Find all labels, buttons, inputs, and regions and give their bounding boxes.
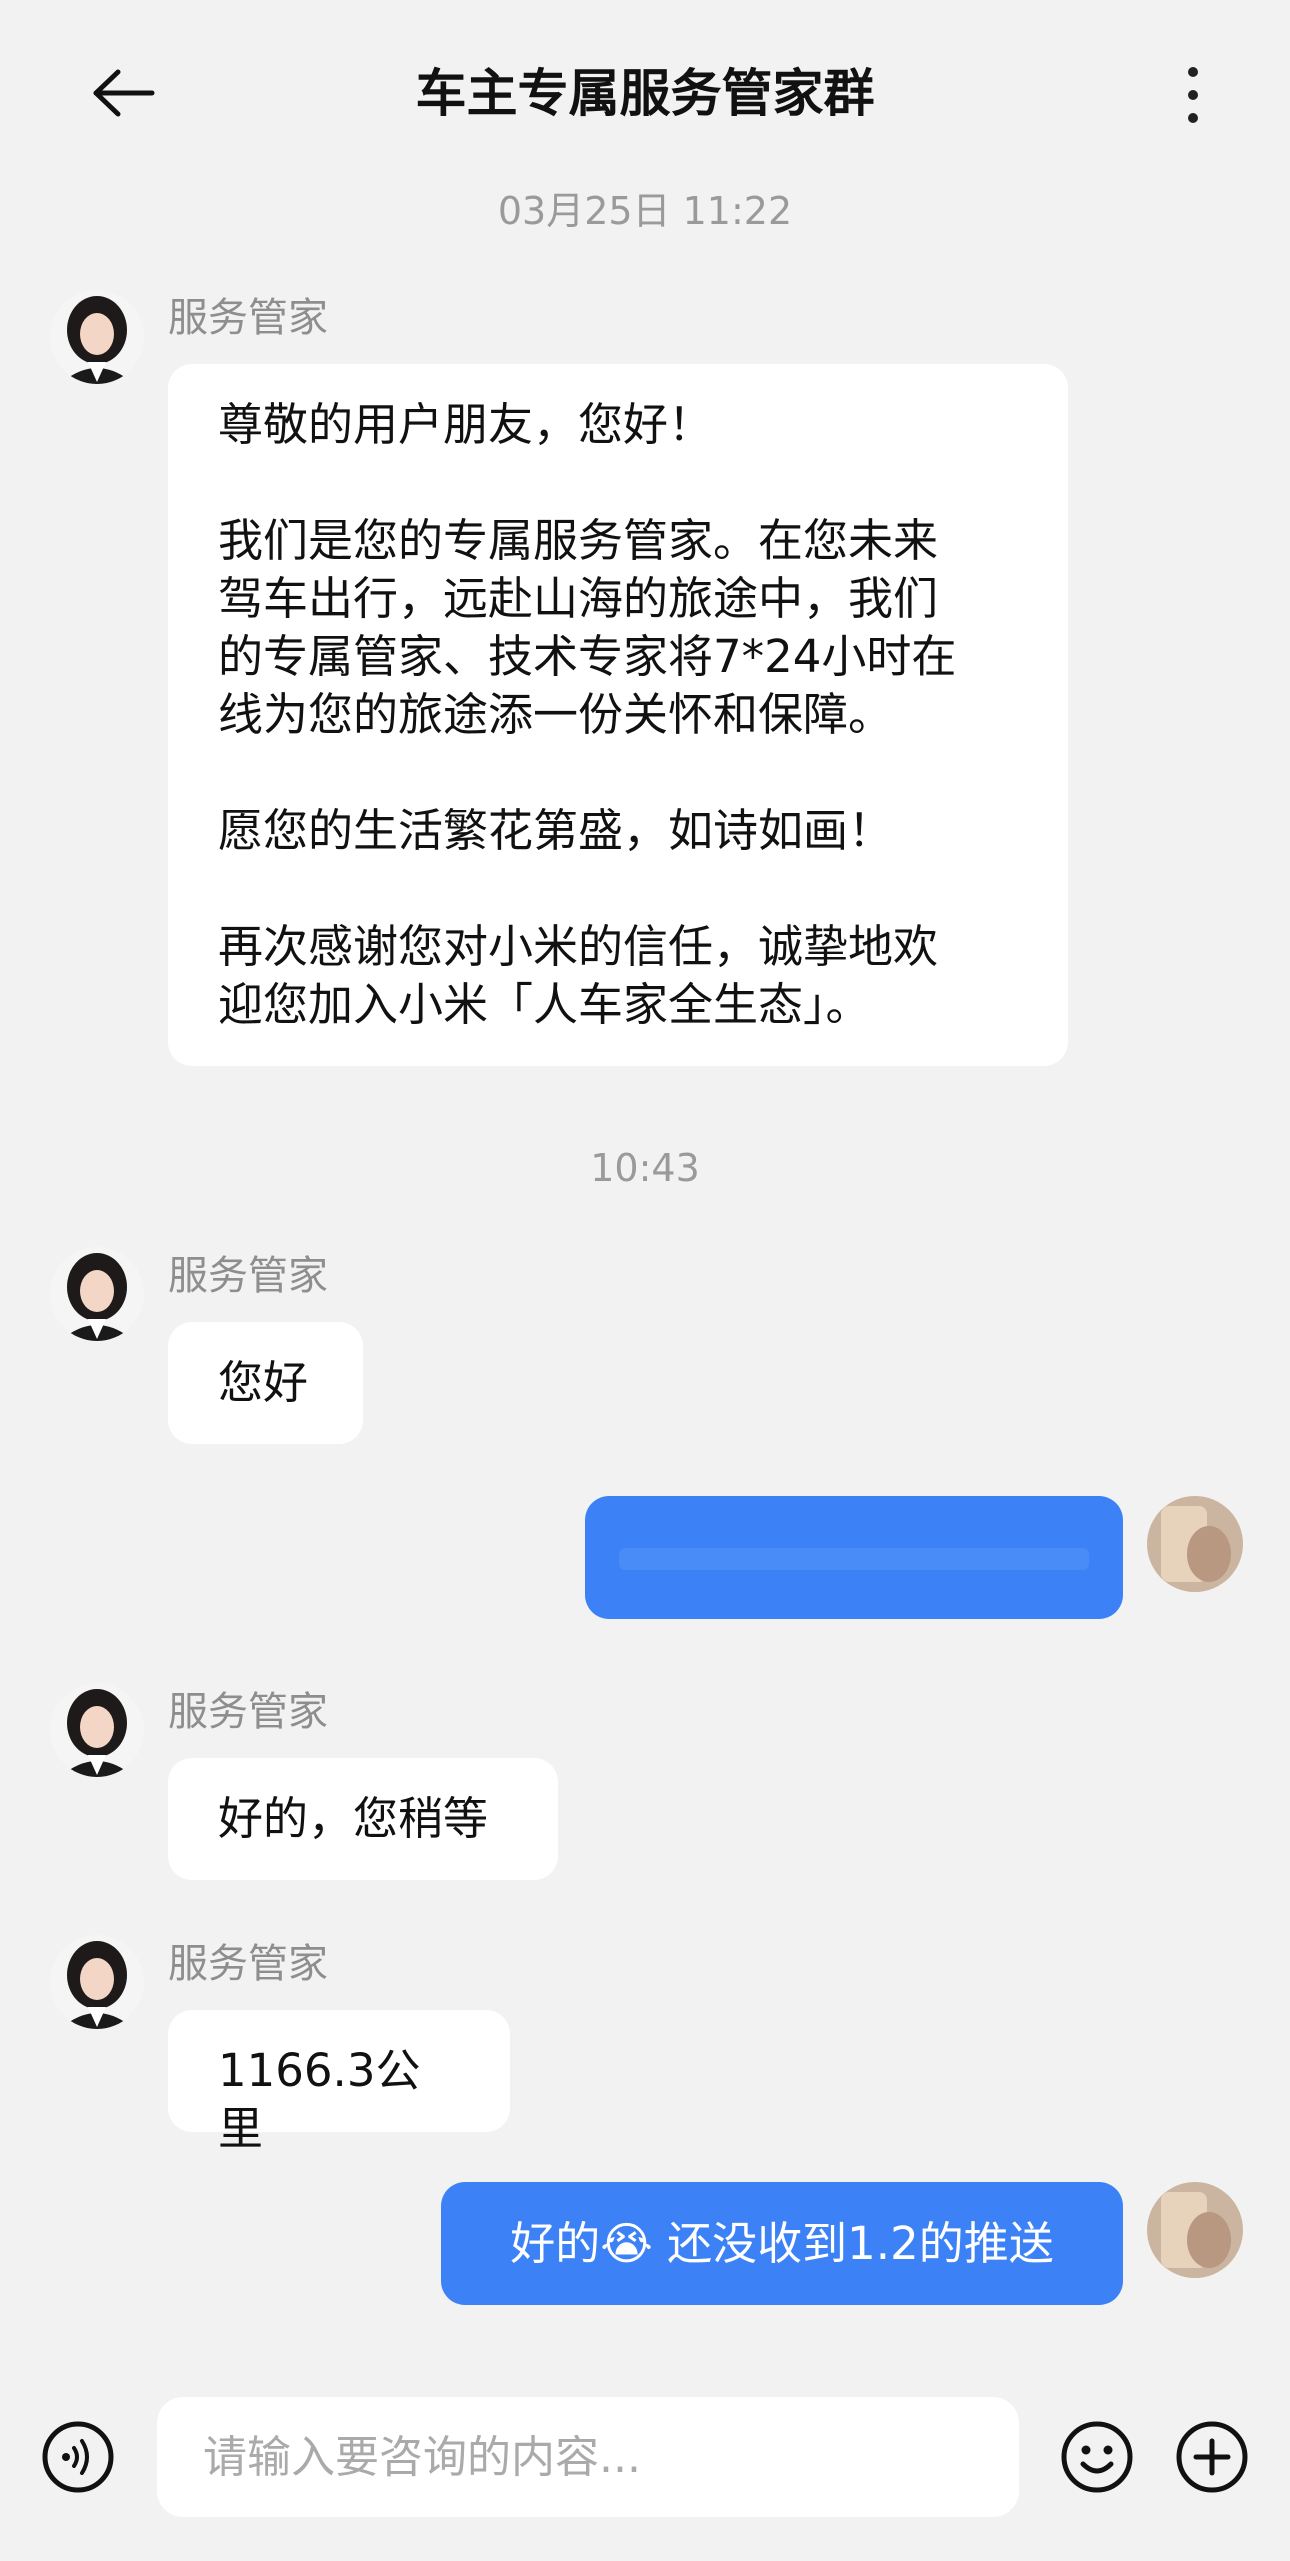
sender-name: 服务管家 (168, 1941, 328, 1987)
message-text: 我们是您的专属服务管家。在您未来 驾车出行，远赴山海的旅途中，我们 的专属管家、… (218, 514, 957, 741)
message-text: 好的，您稍等 (218, 1792, 489, 1845)
emoji-button[interactable] (1057, 2417, 1137, 2497)
plus-icon (1176, 2421, 1248, 2493)
message-text: 再次感谢您对小米的信任，诚挚地欢 迎您加入小米「人车家全生态」。 (218, 920, 939, 1031)
more-button[interactable] (1160, 50, 1226, 140)
timestamp: 03月25日 11:22 (497, 189, 793, 233)
sender-name: 服务管家 (168, 1253, 328, 1299)
user-avatar[interactable] (1147, 1496, 1243, 1592)
avatar-agent-icon (50, 1247, 144, 1341)
message-bubble[interactable]: 您好 (168, 1322, 363, 1444)
message-text: 愿您的生活繁花第盛，如诗如画！ (218, 804, 894, 857)
avatar[interactable] (50, 290, 144, 384)
plus-button[interactable] (1172, 2417, 1252, 2497)
crying-emoji-icon: 😭 (600, 2216, 653, 2270)
more-vertical-icon (1188, 67, 1198, 123)
avatar-agent-icon (50, 290, 144, 384)
message-text: 1166.3公里 (218, 2044, 421, 2155)
voice-button[interactable] (38, 2417, 118, 2497)
avatar[interactable] (50, 1247, 144, 1341)
input-bar (0, 2355, 1290, 2561)
message-bubble[interactable]: 1166.3公里 (168, 2010, 510, 2155)
message-text: 好的😭 还没收到1.2的推送 (510, 2216, 1054, 2270)
avatar-user-icon (1147, 2182, 1243, 2278)
avatar-agent-icon (50, 1935, 144, 2029)
outgoing-message-bubble[interactable] (585, 1496, 1123, 1619)
redacted-text-icon (619, 1547, 1089, 1570)
sender-name: 服务管家 (168, 1689, 328, 1735)
emoji-icon (1061, 2421, 1133, 2493)
message-input[interactable] (157, 2397, 1019, 2517)
user-avatar[interactable] (1147, 2182, 1243, 2278)
voice-icon (42, 2421, 114, 2493)
message-text: 尊敬的用户朋友，您好！ (218, 398, 714, 451)
message-input-container[interactable] (157, 2397, 1019, 2517)
message-text: 您好 (218, 1356, 309, 1409)
sender-name: 服务管家 (168, 295, 328, 341)
avatar[interactable] (50, 1935, 144, 2029)
chat-header: 车主专属服务管家群 (0, 0, 1290, 190)
message-bubble[interactable]: 好的，您稍等 (168, 1758, 558, 1880)
message-bubble[interactable]: 尊敬的用户朋友，您好！ 我们是您的专属服务管家。在您未来 驾车出行，远赴山海的旅… (168, 364, 1068, 1066)
timestamp: 10:43 (590, 1146, 700, 1190)
avatar[interactable] (50, 1683, 144, 1777)
outgoing-message-bubble[interactable]: 好的😭 还没收到1.2的推送 (441, 2182, 1123, 2305)
avatar-agent-icon (50, 1683, 144, 1777)
avatar-user-icon (1147, 1496, 1243, 1592)
page-title: 车主专属服务管家群 (415, 65, 875, 124)
